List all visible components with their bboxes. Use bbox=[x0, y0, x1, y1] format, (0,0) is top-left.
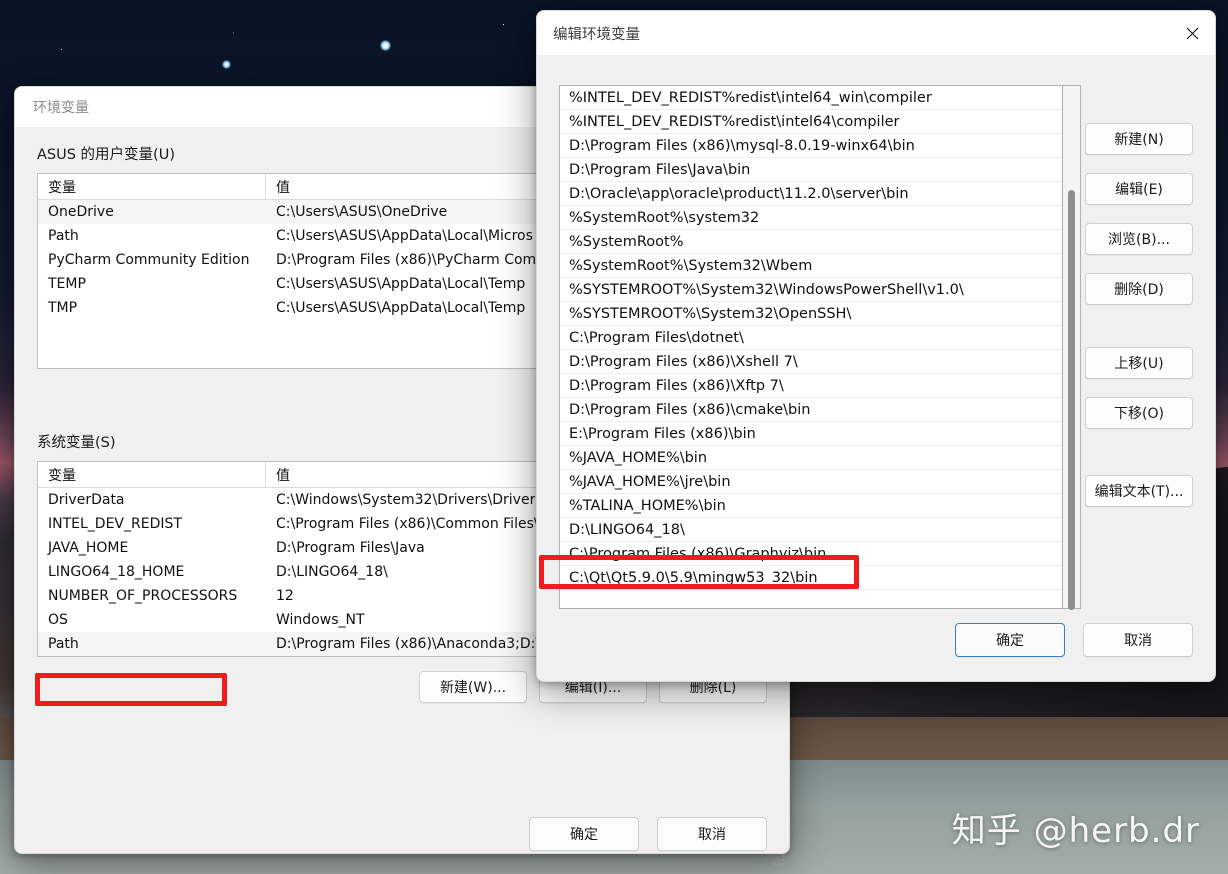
edit-dialog-footer: 确定 取消 bbox=[955, 623, 1193, 657]
browse-entry-button[interactable]: 浏览(B)... bbox=[1085, 223, 1193, 255]
column-header-value[interactable]: 值 bbox=[266, 177, 290, 197]
edit-dialog-titlebar: 编辑环境变量 bbox=[537, 11, 1215, 55]
delete-entry-button[interactable]: 删除(D) bbox=[1085, 273, 1193, 305]
cell-variable: PyCharm Community Edition bbox=[48, 252, 250, 268]
path-entries-list[interactable]: %INTEL_DEV_REDIST%redist\intel64_win\com… bbox=[559, 85, 1063, 609]
list-item[interactable]: D:\Program Files (x86)\mysql-8.0.19-winx… bbox=[560, 134, 1062, 158]
list-item[interactable]: D:\Oracle\app\oracle\product\11.2.0\serv… bbox=[560, 182, 1062, 206]
list-item[interactable] bbox=[560, 590, 1062, 608]
scrollbar-thumb[interactable] bbox=[1068, 190, 1075, 610]
cell-value: D:\Program Files (x86)\PyCharm Comn bbox=[276, 252, 546, 268]
cell-variable: Path bbox=[48, 228, 79, 244]
list-item[interactable]: D:\LINGO64_18\ bbox=[560, 518, 1062, 542]
move-up-button[interactable]: 上移(U) bbox=[1085, 347, 1193, 379]
env-cancel-button[interactable]: 取消 bbox=[657, 817, 767, 851]
edit-environment-variable-dialog: 编辑环境变量 %INTEL_DEV_REDIST%redist\intel64_… bbox=[536, 10, 1216, 682]
cell-value: C:\Program Files (x86)\Common Files\ bbox=[276, 516, 539, 532]
env-dialog-footer: 确定 取消 bbox=[529, 817, 767, 851]
bright-star-icon bbox=[222, 60, 231, 69]
edit-dialog-body: %INTEL_DEV_REDIST%redist\intel64_win\com… bbox=[537, 55, 1215, 681]
close-icon[interactable] bbox=[1169, 11, 1215, 55]
cell-value: D:\LINGO64_18\ bbox=[276, 564, 388, 580]
list-item[interactable]: C:\Program Files (x86)\Graphviz\bin bbox=[560, 542, 1062, 566]
edit-ok-button[interactable]: 确定 bbox=[955, 623, 1065, 657]
edit-entry-button[interactable]: 编辑(E) bbox=[1085, 173, 1193, 205]
cell-variable: Path bbox=[48, 636, 79, 652]
path-list-scrollbar[interactable] bbox=[1063, 85, 1081, 610]
list-item[interactable]: %JAVA_HOME%\bin bbox=[560, 446, 1062, 470]
list-item[interactable]: %SystemRoot%\system32 bbox=[560, 206, 1062, 230]
edit-dialog-side-buttons: 新建(N) 编辑(E) 浏览(B)... 删除(D) 上移(U) 下移(O) 编… bbox=[1085, 123, 1193, 525]
cell-variable: TEMP bbox=[48, 276, 86, 292]
column-header-value[interactable]: 值 bbox=[266, 465, 290, 485]
list-item[interactable]: %JAVA_HOME%\jre\bin bbox=[560, 470, 1062, 494]
column-header-variable[interactable]: 变量 bbox=[38, 174, 266, 199]
cell-value: Windows_NT bbox=[276, 612, 365, 628]
cell-variable: LINGO64_18_HOME bbox=[48, 564, 185, 580]
cell-value: C:\Windows\System32\Drivers\Driver bbox=[276, 492, 536, 508]
list-item[interactable]: E:\Program Files (x86)\bin bbox=[560, 422, 1062, 446]
list-item[interactable]: D:\Program Files (x86)\Xftp 7\ bbox=[560, 374, 1062, 398]
list-item[interactable]: %SYSTEMROOT%\System32\WindowsPowerShell\… bbox=[560, 278, 1062, 302]
cell-value: C:\Users\ASUS\OneDrive bbox=[276, 204, 448, 220]
edit-dialog-title: 编辑环境变量 bbox=[553, 26, 640, 43]
list-item[interactable]: %SystemRoot%\System32\Wbem bbox=[560, 254, 1062, 278]
list-item[interactable]: D:\Program Files (x86)\cmake\bin bbox=[560, 398, 1062, 422]
resize-grip-icon[interactable] bbox=[773, 854, 785, 866]
cell-variable: OS bbox=[48, 612, 68, 628]
list-item[interactable]: %SYSTEMROOT%\System32\OpenSSH\ bbox=[560, 302, 1062, 326]
cell-variable: DriverData bbox=[48, 492, 125, 508]
env-ok-button[interactable]: 确定 bbox=[529, 817, 639, 851]
list-item[interactable]: %INTEL_DEV_REDIST%redist\intel64\compile… bbox=[560, 110, 1062, 134]
new-entry-button[interactable]: 新建(N) bbox=[1085, 123, 1193, 155]
cell-value: D:\Program Files\Java bbox=[276, 540, 425, 556]
bright-star-icon bbox=[380, 40, 391, 51]
list-item[interactable]: %SystemRoot% bbox=[560, 230, 1062, 254]
cell-value: 12 bbox=[276, 588, 294, 604]
new-system-variable-button[interactable]: 新建(W)... bbox=[419, 671, 527, 703]
cell-variable: NUMBER_OF_PROCESSORS bbox=[48, 588, 238, 604]
edit-cancel-button[interactable]: 取消 bbox=[1083, 623, 1193, 657]
list-item[interactable]: C:\Program Files\dotnet\ bbox=[560, 326, 1062, 350]
cell-value: C:\Users\ASUS\AppData\Local\Micros bbox=[276, 228, 533, 244]
cell-value: C:\Users\ASUS\AppData\Local\Temp bbox=[276, 300, 526, 316]
env-dialog-title: 环境变量 bbox=[33, 100, 89, 116]
cell-variable: INTEL_DEV_REDIST bbox=[48, 516, 182, 532]
list-item[interactable]: D:\Program Files\Java\bin bbox=[560, 158, 1062, 182]
list-item[interactable]: %INTEL_DEV_REDIST%redist\intel64_win\com… bbox=[560, 86, 1062, 110]
list-item-qt-highlighted[interactable]: C:\Qt\Qt5.9.0\5.9\mingw53_32\bin bbox=[560, 566, 1062, 590]
list-item[interactable]: D:\Program Files (x86)\Xshell 7\ bbox=[560, 350, 1062, 374]
list-item[interactable]: %TALINA_HOME%\bin bbox=[560, 494, 1062, 518]
move-down-button[interactable]: 下移(O) bbox=[1085, 397, 1193, 429]
edit-text-button[interactable]: 编辑文本(T)... bbox=[1085, 475, 1193, 507]
cell-variable: OneDrive bbox=[48, 204, 114, 220]
column-header-variable[interactable]: 变量 bbox=[38, 462, 266, 487]
cell-value: C:\Users\ASUS\AppData\Local\Temp bbox=[276, 276, 526, 292]
cell-variable: JAVA_HOME bbox=[48, 540, 129, 556]
cell-variable: TMP bbox=[48, 300, 78, 316]
